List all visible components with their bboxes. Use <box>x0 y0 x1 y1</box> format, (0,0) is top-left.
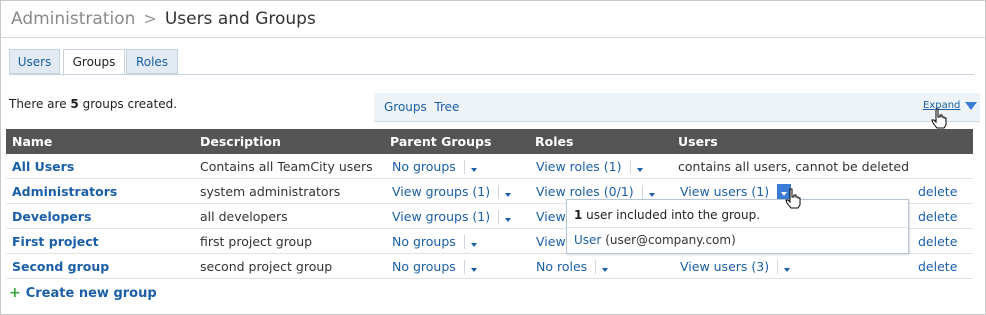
tab-roles[interactable]: Roles <box>126 49 178 74</box>
group-name-link[interactable]: First project <box>12 234 99 249</box>
parent-groups-link[interactable]: No groups <box>392 259 456 274</box>
column-header-parent-groups: Parent Groups <box>390 134 492 149</box>
groups-tree-title[interactable]: Groups Tree <box>384 100 459 114</box>
parent-groups-link[interactable]: View groups (1) <box>392 209 490 224</box>
tab-users[interactable]: Users <box>9 49 60 74</box>
popup-user-email: (user@company.com) <box>605 233 736 247</box>
popup-user-link[interactable]: User <box>574 233 601 247</box>
roles-link[interactable]: View <box>536 209 566 224</box>
column-header-name: Name <box>12 134 53 149</box>
users-link[interactable]: View users (1) <box>680 184 769 199</box>
parent-groups-cell: No groups <box>392 234 477 250</box>
plus-icon: + <box>9 285 21 301</box>
popup-user-item: User (user@company.com) <box>574 233 736 247</box>
tab-groups[interactable]: Groups <box>63 49 125 76</box>
create-group-link[interactable]: + Create new group <box>9 285 157 301</box>
group-description: first project group <box>200 234 313 249</box>
table-row: All Users Contains all TeamCity users No… <box>6 154 973 179</box>
users-link[interactable]: View users (3) <box>680 259 769 274</box>
delete-link[interactable]: delete <box>918 184 957 199</box>
parent-groups-cell: View groups (1) <box>392 209 512 225</box>
roles-link[interactable]: View <box>536 234 566 249</box>
hand-cursor-icon <box>931 108 947 129</box>
chevron-down-icon[interactable] <box>595 259 609 274</box>
page-title: Administration > Users and Groups <box>11 9 316 29</box>
create-group-label[interactable]: Create new group <box>26 286 157 301</box>
roles-link[interactable]: View roles (0/1) <box>536 184 634 199</box>
group-name-link[interactable]: Administrators <box>12 184 117 199</box>
pointer-cursor-icon <box>785 188 801 209</box>
group-name-link[interactable]: Second group <box>12 259 109 274</box>
expand-arrow-icon[interactable] <box>965 102 977 110</box>
breadcrumb-current: Users and Groups <box>164 9 316 29</box>
chevron-down-icon[interactable] <box>463 234 477 249</box>
parent-groups-cell: View groups (1) <box>392 184 512 200</box>
group-name-link[interactable]: Developers <box>12 209 91 224</box>
users-cell: View users (3) <box>680 259 791 275</box>
chevron-down-icon[interactable] <box>463 159 477 174</box>
chevron-down-icon[interactable] <box>629 159 643 174</box>
groups-count: 5 <box>70 97 79 111</box>
chevron-right-icon: > <box>143 9 157 28</box>
group-description: Contains all TeamCity users <box>200 159 373 174</box>
roles-cell: View roles (1) <box>536 159 643 175</box>
roles-cell: No roles <box>536 259 609 275</box>
chevron-down-icon[interactable] <box>463 259 477 274</box>
parent-groups-link[interactable]: No groups <box>392 234 456 249</box>
chevron-down-icon[interactable] <box>498 184 512 199</box>
delete-link[interactable]: delete <box>918 209 957 224</box>
roles-cell: View roles (0/1) <box>536 184 655 200</box>
group-name-link[interactable]: All Users <box>12 159 74 174</box>
column-header-roles: Roles <box>535 134 574 149</box>
group-description: system administrators <box>200 184 341 199</box>
parent-groups-cell: No groups <box>392 259 477 275</box>
delete-link[interactable]: delete <box>918 234 957 249</box>
chevron-down-icon[interactable] <box>641 184 655 199</box>
users-note: contains all users, cannot be deleted <box>678 159 909 174</box>
tab-divider <box>9 74 974 75</box>
parent-groups-cell: No groups <box>392 159 477 175</box>
chevron-down-icon[interactable] <box>777 259 791 274</box>
group-description: second project group <box>200 259 333 274</box>
roles-link[interactable]: View roles (1) <box>536 159 622 174</box>
chevron-down-icon[interactable] <box>498 209 512 224</box>
groups-tree-panel: Groups Tree Expand <box>374 93 980 122</box>
popup-summary: 1 user included into the group. <box>574 208 761 222</box>
users-popup: 1 user included into the group. User (us… <box>566 199 909 254</box>
parent-groups-link[interactable]: No groups <box>392 159 456 174</box>
delete-link[interactable]: delete <box>918 259 957 274</box>
table-header: Name Description Parent Groups Roles Use… <box>6 129 973 154</box>
breadcrumb-parent[interactable]: Administration <box>11 9 135 29</box>
popup-divider <box>567 227 908 228</box>
column-header-users: Users <box>678 134 718 149</box>
table-row: Second group second project group No gro… <box>6 254 973 279</box>
title-divider <box>0 37 986 38</box>
groups-summary: There are 5 groups created. <box>9 97 178 111</box>
roles-link[interactable]: No roles <box>536 259 587 274</box>
parent-groups-link[interactable]: View groups (1) <box>392 184 490 199</box>
users-cell: View users (1) <box>680 184 792 200</box>
group-description: all developers <box>200 209 288 224</box>
column-header-description: Description <box>200 134 281 149</box>
